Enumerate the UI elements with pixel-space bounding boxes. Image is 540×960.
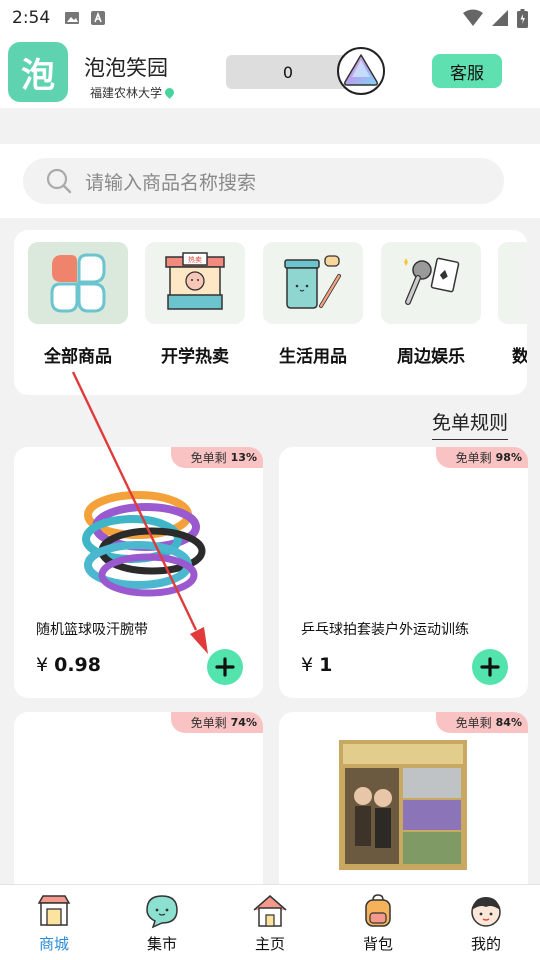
- svg-text:热卖: 热卖: [188, 255, 202, 264]
- badge-label: 免单剩: [190, 451, 227, 465]
- card-set-image: [339, 740, 467, 870]
- free-order-badge: 免单剩 98%: [435, 447, 528, 468]
- plus-icon: [480, 657, 500, 677]
- backpack-icon: [365, 894, 391, 927]
- badge-label: 免单剩: [190, 716, 227, 730]
- image-notification-icon: [65, 12, 80, 24]
- product-price: ¥0.98: [36, 654, 101, 676]
- tab-backpack[interactable]: 背包: [338, 893, 418, 954]
- product-card[interactable]: 免单剩 84%: [279, 712, 528, 902]
- status-bar: 2:54: [0, 0, 540, 36]
- badge-percent: 13%: [230, 451, 257, 464]
- avatar-icon: [471, 897, 501, 927]
- category-tile: [28, 242, 128, 324]
- status-time: 2:54: [12, 8, 51, 28]
- tab-shop[interactable]: 商城: [14, 893, 94, 954]
- tab-label: 商城: [38, 935, 69, 953]
- badge-percent: 84%: [495, 716, 522, 729]
- hot-sale-stall-icon: 热卖: [165, 252, 225, 310]
- free-order-badge: 免单剩 74%: [170, 712, 263, 733]
- category-all[interactable]: 全部商品: [28, 242, 128, 367]
- category-daily-goods[interactable]: 生活用品: [263, 242, 363, 367]
- category-entertainment[interactable]: 周边娱乐: [381, 242, 481, 367]
- school-name[interactable]: 福建农林大学: [90, 84, 176, 101]
- product-name: 乒乓球拍套装户外运动训练: [301, 622, 469, 638]
- category-strip: 全部商品 热卖 开学热卖 生活用品 周边娱乐 数: [14, 230, 527, 395]
- shop-icon: [37, 895, 71, 926]
- free-order-rules-link[interactable]: 免单规则: [432, 408, 509, 440]
- home-icon: [253, 895, 287, 927]
- tab-label: 集市: [146, 935, 177, 953]
- price-value: 1: [319, 654, 333, 676]
- towel-toothbrush-icon: [284, 255, 341, 309]
- app-title: 泡泡笑园: [84, 56, 168, 80]
- search-input[interactable]: 请输入商品名称搜索: [23, 158, 504, 204]
- product-card[interactable]: 免单剩 74%: [14, 712, 263, 902]
- tab-label: 我的: [470, 935, 501, 953]
- microphone-cards-icon: [404, 257, 460, 305]
- category-tile: 热卖: [145, 242, 245, 324]
- badge-percent: 98%: [495, 451, 522, 464]
- currency-symbol: ¥: [36, 654, 49, 676]
- school-label: 福建农林大学: [90, 86, 163, 100]
- plus-icon: [215, 657, 235, 677]
- wifi-icon: [463, 9, 483, 26]
- badge-percent: 74%: [230, 716, 257, 729]
- chat-bubble-icon: [146, 895, 178, 929]
- tab-label: 背包: [362, 935, 393, 953]
- font-notification-icon: [91, 11, 106, 25]
- battery-icon: [517, 8, 528, 28]
- wristbands-image: [82, 491, 206, 597]
- tab-me[interactable]: 我的: [446, 893, 526, 954]
- bottom-tab-bar: 商城 集市 主页 背包 我的: [0, 884, 540, 960]
- price-value: 0.98: [54, 654, 101, 676]
- category-back-to-school[interactable]: 热卖 开学热卖: [145, 242, 245, 367]
- cell-signal-icon: [492, 10, 508, 26]
- app-logo[interactable]: 泡: [8, 42, 68, 102]
- search-placeholder: 请输入商品名称搜索: [85, 171, 257, 194]
- free-order-badge: 免单剩 84%: [435, 712, 528, 733]
- currency-symbol: ¥: [301, 654, 314, 676]
- search-icon: [46, 168, 72, 194]
- badge-label: 免单剩: [455, 451, 492, 465]
- category-label: 数: [512, 347, 527, 367]
- category-label: 周边娱乐: [397, 347, 465, 367]
- customer-service-button[interactable]: 客服: [432, 54, 502, 88]
- tab-home[interactable]: 主页: [230, 893, 310, 954]
- app-header: 泡 泡泡笑园 福建农林大学 0 客服: [0, 36, 540, 108]
- product-price: ¥1: [301, 654, 332, 676]
- category-tile: [498, 242, 527, 324]
- free-order-badge: 免单剩 13%: [170, 447, 263, 468]
- crystal-coin-icon[interactable]: [336, 46, 386, 96]
- category-label: 开学热卖: [161, 347, 229, 367]
- category-digital[interactable]: 数: [498, 242, 527, 367]
- digital-icon: [518, 253, 527, 313]
- product-name: 随机篮球吸汗腕带: [36, 622, 148, 638]
- add-to-cart-button[interactable]: [207, 649, 243, 685]
- category-tile: [263, 242, 363, 324]
- tab-market[interactable]: 集市: [122, 893, 202, 954]
- verified-icon: [163, 86, 176, 99]
- category-tile: [381, 242, 481, 324]
- category-label: 生活用品: [279, 347, 347, 367]
- tab-label: 主页: [254, 935, 285, 953]
- product-card[interactable]: 免单剩 98% 乒乓球拍套装户外运动训练 ¥1: [279, 447, 528, 698]
- category-label: 全部商品: [44, 347, 112, 367]
- add-to-cart-button[interactable]: [472, 649, 508, 685]
- clover-icon: [50, 253, 106, 313]
- product-card[interactable]: 免单剩 13% 随机篮球吸汗腕带 ¥0.98: [14, 447, 263, 698]
- badge-label: 免单剩: [455, 716, 492, 730]
- logo-char: 泡: [21, 55, 55, 96]
- search-section: 请输入商品名称搜索: [0, 144, 540, 218]
